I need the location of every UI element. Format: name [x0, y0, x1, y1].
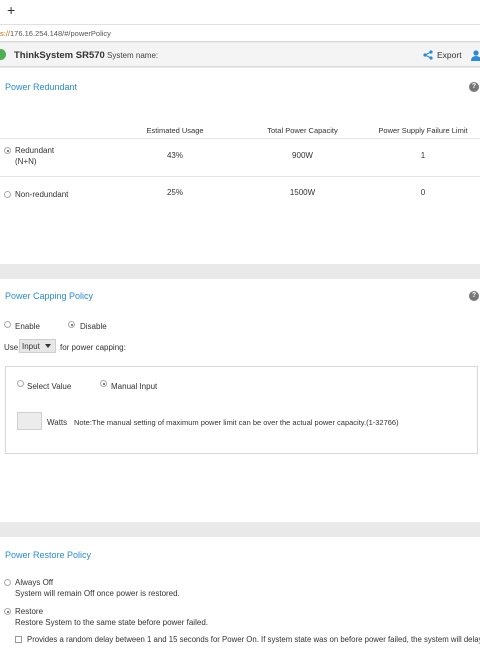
help-icon[interactable]: ? [469, 291, 479, 301]
url-path: 176.16.254.148/#/powerPolicy [10, 29, 111, 38]
use-prefix: Use [4, 343, 19, 352]
manual-input-box [5, 366, 478, 454]
capping-note: Note:The manual setting of maximum power… [74, 418, 399, 427]
select-value-radio[interactable] [17, 380, 24, 387]
non-redundant-usage: 25% [166, 188, 183, 197]
enable-label: Enable [15, 322, 40, 331]
product-name: ThinkSystem SR570 [14, 50, 105, 61]
app-header: ThinkSystem SR570 System name: Export [0, 43, 480, 67]
address-bar[interactable]: s://176.16.254.148/#/powerPolicy [0, 24, 480, 42]
redundant-usage: 43% [166, 151, 183, 160]
product-logo-icon [0, 49, 6, 60]
col-total-power-capacity: Total Power Capacity [267, 126, 338, 135]
power-capping-title: Power Capping Policy [5, 291, 94, 301]
capping-mode-value: Input [22, 342, 40, 351]
user-icon[interactable] [470, 50, 480, 61]
random-delay-checkbox[interactable] [15, 636, 22, 643]
redundant-limit: 1 [420, 151, 426, 160]
always-off-radio[interactable] [4, 579, 11, 586]
redundant-label: Redundant [15, 146, 55, 155]
row-divider [0, 176, 480, 177]
redundant-sub-label: (N+N) [15, 157, 37, 166]
disable-label: Disable [80, 322, 107, 331]
disable-radio[interactable] [68, 321, 75, 328]
select-value-label: Select Value [27, 382, 72, 391]
restore-label: Restore [15, 607, 44, 616]
col-estimated-usage: Estimated Usage [146, 126, 204, 135]
export-label: Export [437, 50, 462, 60]
power-restore-title: Power Restore Policy [5, 550, 92, 560]
random-delay-label: Provides a random delay between 1 and 15… [27, 635, 480, 644]
url-text[interactable]: s://176.16.254.148/#/powerPolicy [0, 29, 111, 38]
watts-label: Watts [47, 418, 68, 427]
non-redundant-limit: 0 [420, 188, 426, 197]
non-redundant-capacity: 1500W [289, 188, 316, 197]
redundant-capacity: 900W [292, 151, 313, 160]
browser-tab-bar: + [0, 0, 480, 24]
non-redundant-radio[interactable] [4, 191, 11, 198]
redundant-radio[interactable] [4, 147, 11, 154]
enable-radio[interactable] [4, 321, 11, 328]
system-name-label: System name: [107, 51, 159, 60]
url-protocol: s:// [0, 29, 11, 38]
restore-radio[interactable] [4, 608, 11, 615]
chevron-down-icon [45, 344, 51, 348]
use-suffix: for power capping: [60, 343, 126, 352]
capping-mode-select[interactable]: Input [19, 339, 56, 353]
help-icon[interactable]: ? [469, 82, 479, 92]
new-tab-button[interactable]: + [7, 2, 15, 18]
power-redundant-panel: Power Redundant ? [0, 68, 480, 264]
power-redundant-title: Power Redundant [5, 82, 78, 92]
restore-desc: Restore System to the same state before … [15, 618, 208, 627]
col-power-supply-failure-limit: Power Supply Failure Limit [378, 126, 468, 135]
table-header-divider [0, 138, 480, 139]
manual-input-radio[interactable] [100, 380, 107, 387]
share-icon [423, 50, 433, 60]
always-off-label: Always Off [15, 578, 54, 587]
manual-input-label: Manual Input [111, 382, 158, 391]
watts-input[interactable] [17, 412, 42, 430]
non-redundant-label: Non-redundant [15, 190, 69, 199]
always-off-desc: System will remain Off once power is res… [15, 589, 180, 598]
export-button[interactable]: Export [423, 50, 462, 60]
